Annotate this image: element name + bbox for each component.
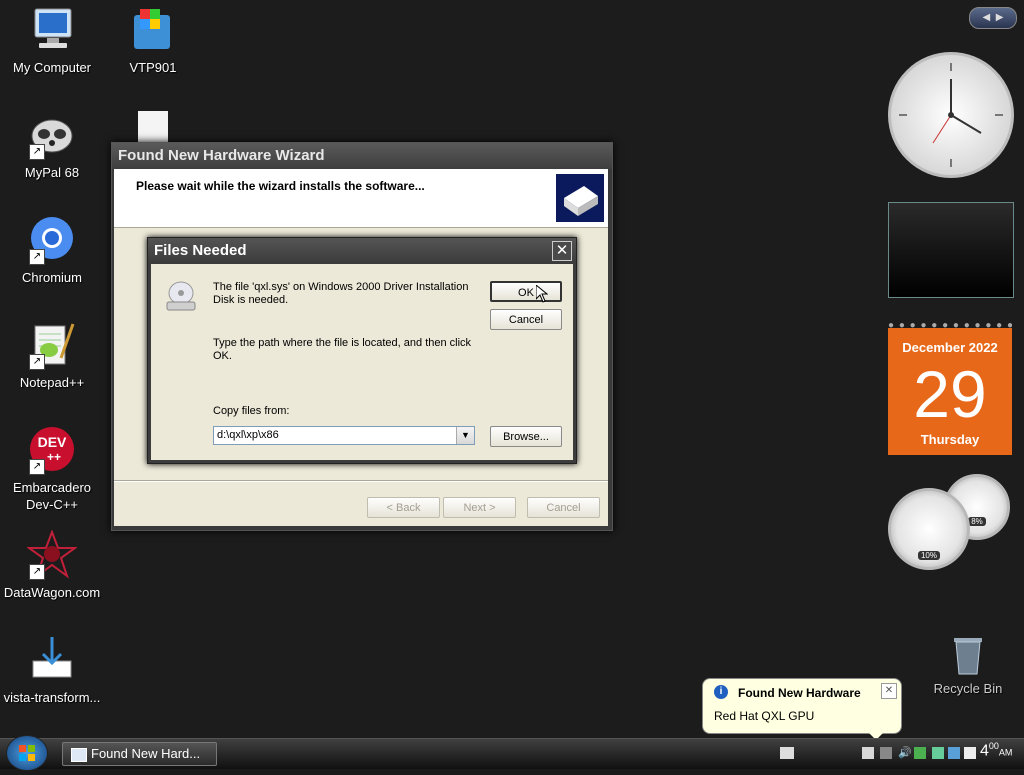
desktop-icon-label: vista-transform... bbox=[3, 690, 101, 705]
desktop-icon-label: Notepad++ bbox=[19, 375, 85, 390]
shortcut-arrow-icon: ↗ bbox=[29, 354, 45, 370]
shortcut-arrow-icon: ↗ bbox=[29, 564, 45, 580]
taskbar-clock[interactable]: 400AM bbox=[980, 741, 1012, 760]
desktop-icon-vtp901[interactable]: VTP901 bbox=[101, 5, 205, 76]
desktop-icon-label: Embarcadero Dev-C++ bbox=[12, 480, 92, 512]
desktop-icon-label: My Computer bbox=[12, 60, 92, 75]
balloon-title: Found New Hardware bbox=[738, 686, 861, 700]
file-needed-message: The file 'qxl.sys' on Windows 2000 Drive… bbox=[213, 281, 469, 306]
notepad-icon: ↗ bbox=[27, 320, 77, 370]
network-icon[interactable] bbox=[880, 747, 892, 759]
tray-app-icon[interactable] bbox=[948, 747, 960, 759]
calendar-rings: ● ● ● ● ● ● ● ● ● ● ● ● ● bbox=[888, 320, 1012, 330]
balloon-body: Red Hat QXL GPU bbox=[714, 709, 815, 723]
desktop-icon-label: DataWagon.com bbox=[3, 585, 101, 600]
desktop-icon-datawagon[interactable]: ↗ DataWagon.com bbox=[0, 529, 104, 601]
file-icon[interactable] bbox=[138, 111, 168, 143]
shortcut-arrow-icon: ↗ bbox=[29, 459, 45, 475]
taskbar-button-label: Found New Hard... bbox=[91, 746, 201, 761]
window-icon bbox=[71, 748, 87, 762]
clock-ampm: AM bbox=[998, 747, 1013, 758]
desktop-icon-label: MyPal 68 bbox=[24, 165, 80, 180]
update-icon[interactable] bbox=[914, 747, 926, 759]
desktop-icon-label: Chromium bbox=[22, 270, 82, 285]
notification-balloon[interactable]: i Found New Hardware Red Hat QXL GPU ✕ bbox=[702, 678, 902, 740]
recycle-bin-icon bbox=[948, 632, 988, 676]
taskbar: Found New Hard... 🔊 400AM bbox=[0, 735, 1024, 771]
display-icon[interactable] bbox=[932, 747, 944, 759]
slideshow-gadget[interactable] bbox=[888, 202, 1014, 298]
desktop-icon-recycle-bin[interactable]: Recycle Bin bbox=[916, 632, 1020, 697]
browse-button[interactable]: Browse... bbox=[490, 426, 562, 447]
calendar-weekday: Thursday bbox=[920, 432, 980, 447]
chevron-down-icon[interactable]: ▼ bbox=[456, 427, 474, 444]
clock-hour: 4 bbox=[980, 742, 989, 760]
hardware-icon bbox=[556, 174, 604, 222]
wizard-header: Please wait while the wizard installs th… bbox=[114, 169, 608, 228]
wizard-separator bbox=[114, 480, 608, 482]
ok-button[interactable]: OK bbox=[490, 281, 562, 302]
start-button[interactable] bbox=[6, 735, 48, 771]
svg-text:++: ++ bbox=[47, 450, 61, 464]
wizard-title[interactable]: Found New Hardware Wizard bbox=[112, 143, 612, 169]
shortcut-arrow-icon: ↗ bbox=[29, 144, 45, 160]
path-instruction: Type the path where the file is located,… bbox=[213, 337, 472, 362]
tray-window-icon[interactable] bbox=[964, 747, 976, 759]
calendar-day: 29 bbox=[913, 357, 987, 431]
safely-remove-hardware-icon[interactable] bbox=[862, 747, 874, 759]
disk-drive-icon bbox=[165, 280, 197, 312]
devcpp-icon: DEV ++ ↗ bbox=[27, 425, 77, 475]
download-icon bbox=[27, 635, 77, 685]
desktop-icon-mypal[interactable]: ↗ MyPal 68 bbox=[0, 110, 104, 181]
close-icon[interactable]: ✕ bbox=[552, 241, 572, 261]
previous-icon[interactable]: ◀ bbox=[983, 12, 991, 23]
computer-icon bbox=[27, 5, 77, 55]
copy-files-path[interactable]: d:\qxl\xp\x86 bbox=[217, 429, 279, 441]
info-icon: i bbox=[714, 685, 728, 699]
windows-logo-icon bbox=[19, 745, 35, 761]
shortcut-arrow-icon: ↗ bbox=[29, 249, 45, 265]
files-needed-body: The file 'qxl.sys' on Windows 2000 Drive… bbox=[151, 264, 573, 460]
cpu-meter: 10% bbox=[888, 488, 970, 570]
memory-percent: 8% bbox=[968, 517, 986, 526]
chromium-icon: ↗ bbox=[27, 215, 77, 265]
sidebar-nav-gadget[interactable]: ◀ ▶ bbox=[969, 7, 1017, 29]
mouse-cursor-icon bbox=[536, 285, 548, 303]
balloon-close-icon[interactable]: ✕ bbox=[881, 683, 897, 699]
desktop-icon-notepadpp[interactable]: ↗ Notepad++ bbox=[0, 320, 104, 391]
clock-gadget[interactable] bbox=[888, 52, 1014, 178]
desktop-icon-vista-transform[interactable]: vista-transform... bbox=[0, 635, 104, 706]
files-cancel-button[interactable]: Cancel bbox=[490, 309, 562, 330]
wizard-header-message: Please wait while the wizard installs th… bbox=[136, 179, 425, 193]
next-icon[interactable]: ▶ bbox=[996, 12, 1004, 23]
desktop-icon-label: VTP901 bbox=[129, 60, 177, 75]
back-button[interactable]: < Back bbox=[367, 497, 440, 518]
cpu-meter-gadget[interactable]: 8% 10% bbox=[888, 474, 1014, 570]
files-needed-title[interactable]: Files Needed bbox=[148, 238, 576, 264]
calendar-gadget[interactable]: ● ● ● ● ● ● ● ● ● ● ● ● ● December 2022 … bbox=[888, 320, 1012, 455]
calendar-month: December 2022 bbox=[902, 340, 998, 355]
desktop-icon-my-computer[interactable]: My Computer bbox=[0, 5, 104, 76]
desktop-icon-chromium[interactable]: ↗ Chromium bbox=[0, 215, 104, 286]
desktop-icon-devcpp[interactable]: DEV ++ ↗ Embarcadero Dev-C++ bbox=[0, 425, 104, 513]
clock-minute: 00 bbox=[988, 741, 999, 751]
copy-files-label: Copy files from: bbox=[213, 405, 290, 417]
svg-text:DEV: DEV bbox=[38, 434, 67, 450]
datawagon-icon: ↗ bbox=[25, 529, 79, 580]
files-needed-dialog[interactable]: Files Needed ✕ The file 'qxl.sys' on Win… bbox=[147, 237, 577, 464]
next-button[interactable]: Next > bbox=[443, 497, 516, 518]
installer-icon bbox=[128, 5, 178, 55]
copy-files-from-combo[interactable]: d:\qxl\xp\x86 ▼ bbox=[213, 426, 475, 445]
volume-icon[interactable]: 🔊 bbox=[898, 747, 912, 759]
cpu-percent: 10% bbox=[917, 551, 940, 560]
taskbar-button-found-new-hardware[interactable]: Found New Hard... bbox=[62, 742, 217, 766]
keyboard-icon[interactable] bbox=[780, 747, 794, 759]
wizard-cancel-button[interactable]: Cancel bbox=[527, 497, 600, 518]
desktop-icon-label: Recycle Bin bbox=[933, 681, 1003, 696]
raccoon-icon: ↗ bbox=[27, 110, 77, 160]
